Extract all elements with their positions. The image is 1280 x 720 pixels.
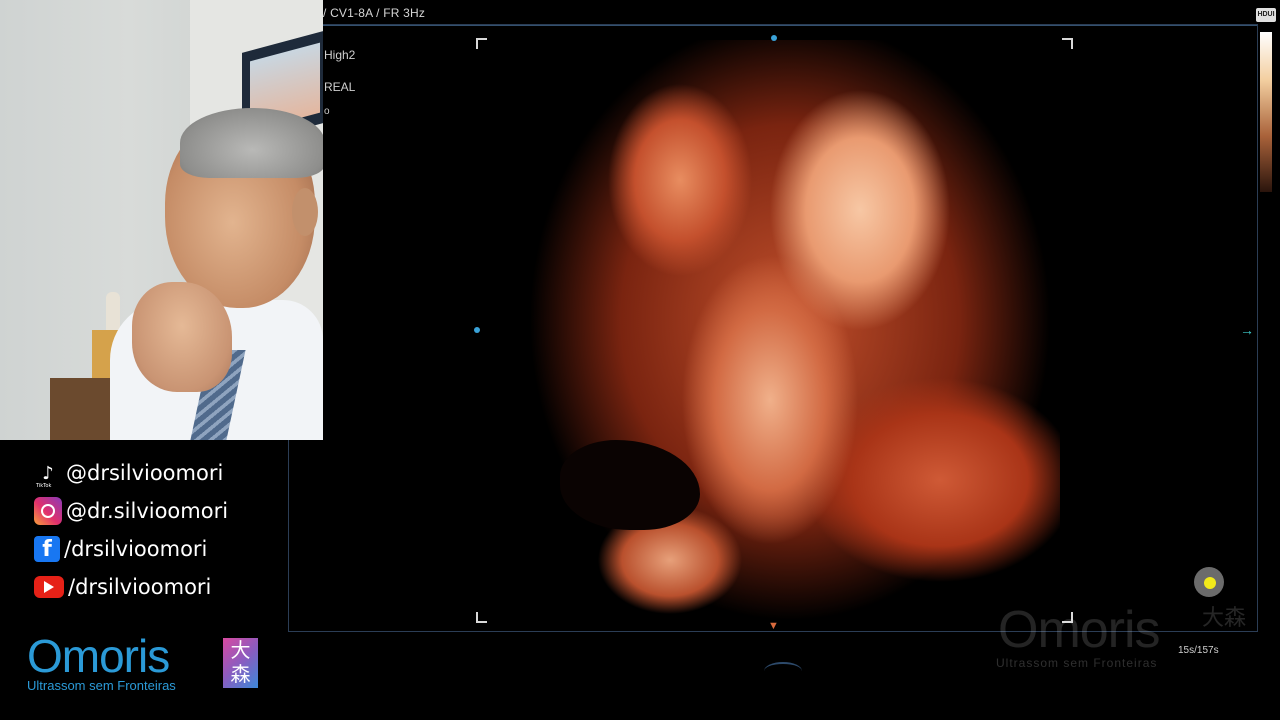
presenter-hair	[180, 108, 323, 178]
social-youtube[interactable]: /drsilvioomori	[34, 572, 211, 602]
bottle	[106, 292, 120, 332]
hdui-badge: HDUI	[1256, 8, 1276, 22]
social-instagram[interactable]: @dr.silvioomori	[34, 496, 228, 526]
webcam-feed	[0, 0, 323, 440]
3d-ultrasound-render	[520, 40, 1060, 622]
watermark-tagline: Ultrassom sem Fronteiras	[996, 656, 1158, 670]
roi-corner-tl	[476, 38, 487, 49]
facebook-handle: /drsilvioomori	[64, 537, 208, 561]
tiktok-icon: ♪ TikTok	[34, 459, 62, 489]
brand-kanji-bottom: 森	[230, 662, 251, 686]
render-mode-param: REAL	[324, 80, 356, 94]
top-marker	[771, 35, 777, 41]
brand-kanji: 大 森	[223, 638, 258, 688]
brand-tagline: Ultrassom sem Fronteiras	[27, 678, 176, 693]
angle-param: o	[324, 106, 330, 117]
cursor-center-icon	[1204, 577, 1216, 589]
presenter-ear	[292, 188, 318, 236]
gain-param: High2	[324, 48, 356, 62]
brand-name: Omoris	[27, 630, 170, 682]
right-arrow-icon: →	[1240, 322, 1254, 338]
youtube-handle: /drsilvioomori	[68, 575, 212, 599]
presenter-hand	[132, 282, 232, 392]
instagram-handle: @dr.silvioomori	[66, 499, 229, 523]
social-facebook[interactable]: f /drsilvioomori	[34, 534, 207, 564]
probe-info: / CV1-8A / FR 3Hz	[323, 6, 426, 20]
roi-corner-tr	[1062, 38, 1073, 49]
watermark-kanji: 大森	[1202, 606, 1247, 631]
cine-timer: 15s/157s	[1178, 645, 1219, 656]
down-arrow-icon: ▼	[768, 620, 779, 632]
roi-corner-bl	[476, 612, 487, 623]
watermark-logo: Omoris	[998, 601, 1161, 659]
left-marker	[474, 327, 480, 333]
social-tiktok[interactable]: ♪ TikTok @drsilvioomori	[34, 458, 224, 489]
tiktok-handle: @drsilvioomori	[66, 461, 224, 485]
brand-kanji-top: 大	[230, 638, 251, 662]
facebook-icon: f	[34, 536, 60, 562]
bottom-arc	[764, 662, 802, 680]
instagram-icon	[34, 497, 62, 525]
grayscale-bar	[1260, 32, 1272, 192]
youtube-icon	[34, 576, 64, 598]
